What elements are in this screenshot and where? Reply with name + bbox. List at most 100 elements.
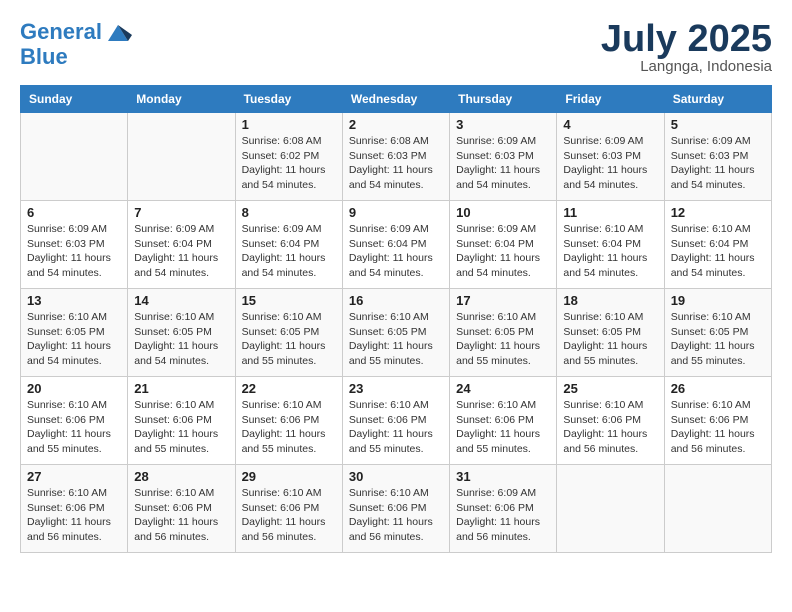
day-detail: Sunrise: 6:08 AMSunset: 6:03 PMDaylight:… <box>349 134 443 193</box>
calendar-cell: 10 Sunrise: 6:09 AMSunset: 6:04 PMDayligh… <box>450 201 557 289</box>
day-detail: Sunrise: 6:09 AMSunset: 6:03 PMDaylight:… <box>671 134 765 193</box>
calendar-cell: 9 Sunrise: 6:09 AMSunset: 6:04 PMDaylight… <box>342 201 449 289</box>
day-detail: Sunrise: 6:10 AMSunset: 6:06 PMDaylight:… <box>563 398 657 457</box>
day-number: 2 <box>349 117 443 132</box>
day-detail: Sunrise: 6:10 AMSunset: 6:06 PMDaylight:… <box>242 398 336 457</box>
day-detail: Sunrise: 6:10 AMSunset: 6:06 PMDaylight:… <box>27 486 121 545</box>
day-number: 1 <box>242 117 336 132</box>
day-number: 24 <box>456 381 550 396</box>
day-number: 14 <box>134 293 228 308</box>
calendar-cell: 2 Sunrise: 6:08 AMSunset: 6:03 PMDaylight… <box>342 113 449 201</box>
day-detail: Sunrise: 6:09 AMSunset: 6:04 PMDaylight:… <box>349 222 443 281</box>
day-number: 9 <box>349 205 443 220</box>
day-detail: Sunrise: 6:10 AMSunset: 6:05 PMDaylight:… <box>27 310 121 369</box>
calendar-week-3: 13 Sunrise: 6:10 AMSunset: 6:05 PMDayligh… <box>21 289 772 377</box>
logo-text: GeneralBlue <box>20 20 132 69</box>
logo: GeneralBlue <box>20 20 132 69</box>
calendar-body: 1Sunrise: 6:08 AMSunset: 6:02 PMDaylight… <box>21 113 772 553</box>
day-number: 10 <box>456 205 550 220</box>
day-detail: Sunrise: 6:10 AMSunset: 6:05 PMDaylight:… <box>134 310 228 369</box>
calendar-cell: 6 Sunrise: 6:09 AMSunset: 6:03 PMDaylight… <box>21 201 128 289</box>
day-number: 18 <box>563 293 657 308</box>
header-tuesday: Tuesday <box>235 86 342 113</box>
day-number: 6 <box>27 205 121 220</box>
calendar-cell: 30Sunrise: 6:10 AMSunset: 6:06 PMDayligh… <box>342 465 449 553</box>
calendar-cell: 18 Sunrise: 6:10 AMSunset: 6:05 PMDayligh… <box>557 289 664 377</box>
calendar-cell: 1Sunrise: 6:08 AMSunset: 6:02 PMDaylight… <box>235 113 342 201</box>
calendar-week-2: 6 Sunrise: 6:09 AMSunset: 6:03 PMDaylight… <box>21 201 772 289</box>
day-number: 8 <box>242 205 336 220</box>
day-detail: Sunrise: 6:10 AMSunset: 6:05 PMDaylight:… <box>563 310 657 369</box>
day-number: 7 <box>134 205 228 220</box>
calendar-cell: 28Sunrise: 6:10 AMSunset: 6:06 PMDayligh… <box>128 465 235 553</box>
calendar-cell: 16 Sunrise: 6:10 AMSunset: 6:05 PMDayligh… <box>342 289 449 377</box>
calendar-cell: 24 Sunrise: 6:10 AMSunset: 6:06 PMDayligh… <box>450 377 557 465</box>
header-row: Sunday Monday Tuesday Wednesday Thursday… <box>21 86 772 113</box>
day-detail: Sunrise: 6:10 AMSunset: 6:06 PMDaylight:… <box>134 486 228 545</box>
header-sunday: Sunday <box>21 86 128 113</box>
title-block: July 2025 Langnga, Indonesia <box>601 20 772 75</box>
calendar-cell: 31 Sunrise: 6:09 AMSunset: 6:06 PMDayligh… <box>450 465 557 553</box>
calendar-cell: 3Sunrise: 6:09 AMSunset: 6:03 PMDaylight… <box>450 113 557 201</box>
day-detail: Sunrise: 6:10 AMSunset: 6:06 PMDaylight:… <box>134 398 228 457</box>
calendar-cell <box>21 113 128 201</box>
calendar-cell: 21 Sunrise: 6:10 AMSunset: 6:06 PMDayligh… <box>128 377 235 465</box>
day-detail: Sunrise: 6:10 AMSunset: 6:06 PMDaylight:… <box>671 398 765 457</box>
day-detail: Sunrise: 6:09 AMSunset: 6:03 PMDaylight:… <box>563 134 657 193</box>
calendar-cell: 12 Sunrise: 6:10 AMSunset: 6:04 PMDayligh… <box>664 201 771 289</box>
header-wednesday: Wednesday <box>342 86 449 113</box>
calendar-cell: 25 Sunrise: 6:10 AMSunset: 6:06 PMDayligh… <box>557 377 664 465</box>
header-thursday: Thursday <box>450 86 557 113</box>
calendar-cell: 20Sunrise: 6:10 AMSunset: 6:06 PMDayligh… <box>21 377 128 465</box>
day-number: 3 <box>456 117 550 132</box>
day-detail: Sunrise: 6:10 AMSunset: 6:06 PMDaylight:… <box>349 398 443 457</box>
header-monday: Monday <box>128 86 235 113</box>
day-detail: Sunrise: 6:10 AMSunset: 6:04 PMDaylight:… <box>563 222 657 281</box>
day-number: 4 <box>563 117 657 132</box>
day-number: 26 <box>671 381 765 396</box>
day-detail: Sunrise: 6:09 AMSunset: 6:04 PMDaylight:… <box>134 222 228 281</box>
day-number: 31 <box>456 469 550 484</box>
day-detail: Sunrise: 6:10 AMSunset: 6:04 PMDaylight:… <box>671 222 765 281</box>
month-year-title: July 2025 <box>601 20 772 58</box>
calendar-cell <box>557 465 664 553</box>
day-detail: Sunrise: 6:10 AMSunset: 6:05 PMDaylight:… <box>242 310 336 369</box>
calendar-cell: 4 Sunrise: 6:09 AMSunset: 6:03 PMDaylight… <box>557 113 664 201</box>
day-number: 16 <box>349 293 443 308</box>
day-number: 27 <box>27 469 121 484</box>
calendar-table: Sunday Monday Tuesday Wednesday Thursday… <box>20 85 772 553</box>
day-detail: Sunrise: 6:10 AMSunset: 6:06 PMDaylight:… <box>349 486 443 545</box>
calendar-cell: 8 Sunrise: 6:09 AMSunset: 6:04 PMDaylight… <box>235 201 342 289</box>
calendar-cell: 23Sunrise: 6:10 AMSunset: 6:06 PMDayligh… <box>342 377 449 465</box>
day-detail: Sunrise: 6:09 AMSunset: 6:04 PMDaylight:… <box>242 222 336 281</box>
calendar-cell: 17 Sunrise: 6:10 AMSunset: 6:05 PMDayligh… <box>450 289 557 377</box>
day-detail: Sunrise: 6:10 AMSunset: 6:06 PMDaylight:… <box>242 486 336 545</box>
calendar-cell: 7 Sunrise: 6:09 AMSunset: 6:04 PMDaylight… <box>128 201 235 289</box>
calendar-week-1: 1Sunrise: 6:08 AMSunset: 6:02 PMDaylight… <box>21 113 772 201</box>
day-number: 29 <box>242 469 336 484</box>
day-number: 20 <box>27 381 121 396</box>
day-number: 12 <box>671 205 765 220</box>
day-detail: Sunrise: 6:09 AMSunset: 6:06 PMDaylight:… <box>456 486 550 545</box>
day-number: 21 <box>134 381 228 396</box>
page-header: GeneralBlue July 2025 Langnga, Indonesia <box>20 20 772 75</box>
calendar-cell: 14 Sunrise: 6:10 AMSunset: 6:05 PMDayligh… <box>128 289 235 377</box>
calendar-header: Sunday Monday Tuesday Wednesday Thursday… <box>21 86 772 113</box>
calendar-cell: 29 Sunrise: 6:10 AMSunset: 6:06 PMDayligh… <box>235 465 342 553</box>
day-detail: Sunrise: 6:09 AMSunset: 6:04 PMDaylight:… <box>456 222 550 281</box>
calendar-cell: 15 Sunrise: 6:10 AMSunset: 6:05 PMDayligh… <box>235 289 342 377</box>
day-number: 17 <box>456 293 550 308</box>
day-detail: Sunrise: 6:10 AMSunset: 6:06 PMDaylight:… <box>456 398 550 457</box>
day-number: 15 <box>242 293 336 308</box>
location-subtitle: Langnga, Indonesia <box>601 58 772 75</box>
day-number: 13 <box>27 293 121 308</box>
calendar-cell: 5Sunrise: 6:09 AMSunset: 6:03 PMDaylight… <box>664 113 771 201</box>
day-detail: Sunrise: 6:10 AMSunset: 6:05 PMDaylight:… <box>456 310 550 369</box>
day-detail: Sunrise: 6:09 AMSunset: 6:03 PMDaylight:… <box>27 222 121 281</box>
day-detail: Sunrise: 6:10 AMSunset: 6:05 PMDaylight:… <box>349 310 443 369</box>
day-number: 25 <box>563 381 657 396</box>
calendar-cell: 22Sunrise: 6:10 AMSunset: 6:06 PMDayligh… <box>235 377 342 465</box>
calendar-cell <box>128 113 235 201</box>
header-saturday: Saturday <box>664 86 771 113</box>
calendar-week-4: 20 Sunrise: 6:10 AMSunset: 6:06 PMDayligh… <box>21 377 772 465</box>
